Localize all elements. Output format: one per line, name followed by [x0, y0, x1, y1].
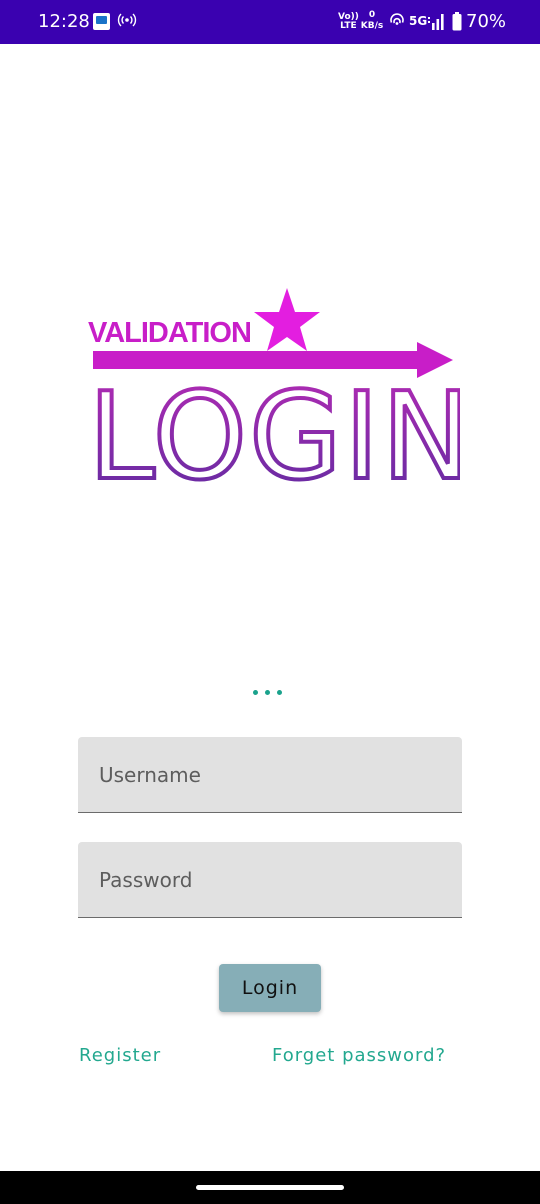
- login-button[interactable]: Login: [219, 964, 321, 1012]
- password-input[interactable]: [78, 842, 462, 917]
- signal-icon: [428, 14, 444, 30]
- status-bar: 12:28 Vo)) LTE 0 KB/s 5G 70%: [0, 0, 540, 44]
- battery-icon: [452, 12, 462, 31]
- password-field[interactable]: [78, 842, 462, 918]
- navigation-bar: [0, 1171, 540, 1204]
- logo-login-text: LOGIN: [88, 368, 460, 492]
- app-notification-icon: [93, 13, 110, 30]
- network-speed-unit: KB/s: [360, 21, 384, 31]
- loading-dot: [265, 690, 270, 695]
- loading-dot: [253, 690, 258, 695]
- forgot-password-link[interactable]: Forget password?: [272, 1044, 446, 1068]
- username-input[interactable]: [78, 737, 462, 812]
- validation-login-logo: VALIDATION LOGIN: [86, 288, 460, 492]
- logo-validation-text: VALIDATION: [88, 317, 251, 349]
- status-time: 12:28: [38, 11, 90, 32]
- loading-dot: [277, 690, 282, 695]
- volte-indicator: Vo)) LTE: [338, 13, 359, 31]
- battery-percentage: 70%: [466, 11, 507, 32]
- volte-bottom-label: LTE: [340, 21, 357, 31]
- wifi-calling-icon: [390, 13, 404, 25]
- home-indicator[interactable]: [196, 1185, 344, 1190]
- register-link[interactable]: Register: [79, 1044, 161, 1068]
- loading-indicator: [253, 690, 285, 696]
- hotspot-icon: [117, 13, 137, 27]
- network-speed-value: 0: [368, 10, 376, 20]
- username-field[interactable]: [78, 737, 462, 813]
- network-type: 5G: [409, 14, 428, 28]
- star-icon: [254, 288, 320, 351]
- network-speed: 0 KB/s: [360, 10, 384, 32]
